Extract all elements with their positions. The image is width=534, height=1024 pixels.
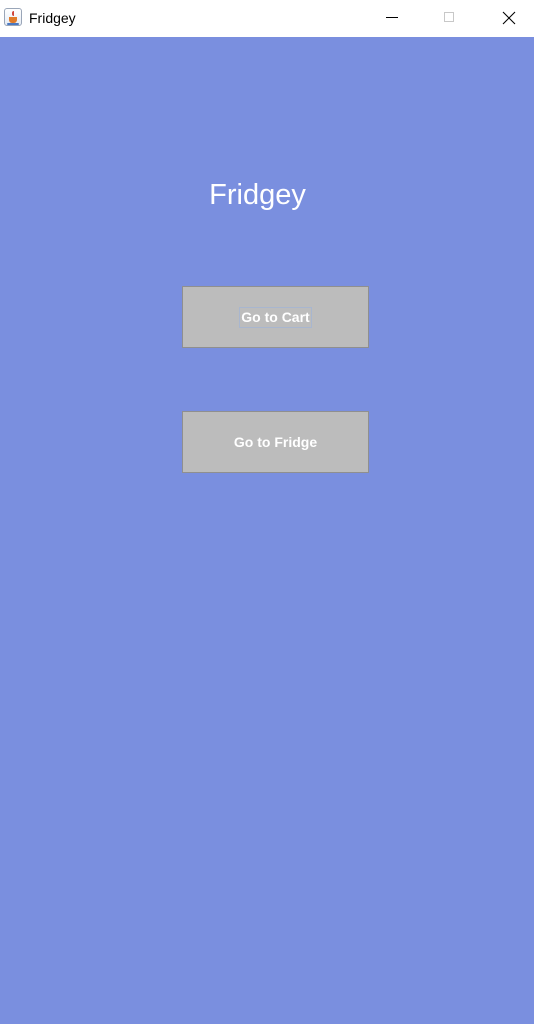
maximize-icon [444,12,454,22]
title-bar[interactable]: Fridgey [0,0,534,37]
go-to-fridge-label: Go to Fridge [233,433,318,450]
window-title: Fridgey [29,10,76,26]
close-button[interactable] [486,0,532,37]
minimize-button[interactable] [369,0,415,37]
app-heading: Fridgey [209,179,306,211]
go-to-fridge-button[interactable]: Go to Fridge [182,411,369,473]
java-coffee-cup-icon[interactable] [4,8,22,26]
go-to-cart-button[interactable]: Go to Cart [182,286,369,348]
app-window: Fridgey Fridgey Go to Cart Go to Fridge [0,0,534,1024]
minimize-icon [386,17,398,18]
maximize-button[interactable] [427,0,473,37]
main-panel: Fridgey Go to Cart Go to Fridge [0,37,534,1024]
close-icon [502,11,516,25]
go-to-cart-label: Go to Cart [239,306,312,328]
